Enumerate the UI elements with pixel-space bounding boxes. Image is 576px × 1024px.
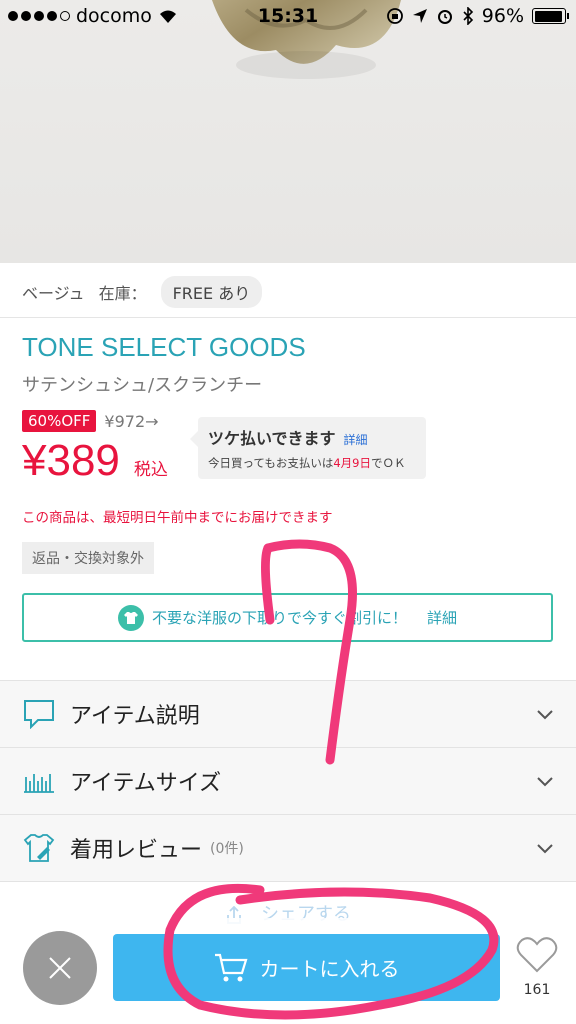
color-label: ベージュ <box>22 284 85 303</box>
cart-icon <box>214 953 247 981</box>
tshirt-icon <box>117 604 144 631</box>
brand-link[interactable]: TONE SELECT GOODS <box>22 332 306 363</box>
lock-rotation-icon <box>386 8 403 24</box>
heart-icon <box>516 937 558 973</box>
bluetooth-icon <box>463 7 473 25</box>
discount-badge: 60%OFF <box>22 410 97 432</box>
close-icon <box>49 957 71 979</box>
speech-bubble-icon <box>22 697 56 731</box>
product-image[interactable] <box>0 0 576 263</box>
sale-price: ¥389 <box>22 436 120 485</box>
close-button[interactable] <box>23 931 97 1005</box>
status-bar: docomo 15:31 96% <box>0 0 576 34</box>
battery-icon <box>532 8 569 24</box>
ruler-icon <box>22 764 56 798</box>
battery-percent: 96% <box>481 5 524 27</box>
tax-label: 税込 <box>133 460 168 480</box>
add-to-cart-label: カートに入れる <box>259 957 400 981</box>
deferred-payment-bubble[interactable]: ツケ払いできます 詳細 今日買ってもお支払いは4月9日でＯＫ <box>190 417 426 479</box>
delivery-notice: この商品は、最短明日午前中までにお届けできます <box>22 510 333 526</box>
return-tag: 返品・交換対象外 <box>22 542 154 574</box>
trade-in-detail-link[interactable]: 詳細 <box>427 607 457 628</box>
accordion-item-description[interactable]: アイテム説明 <box>0 681 576 748</box>
size-chip[interactable]: FREE あり <box>160 276 263 308</box>
favorite-button[interactable]: 161 <box>512 936 562 998</box>
alarm-icon <box>437 10 452 24</box>
deferred-payment-detail-link[interactable]: 詳細 <box>344 433 368 447</box>
chevron-down-icon <box>537 844 553 854</box>
price-block: 60%OFF ¥972→ ¥389 税込 <box>22 410 168 486</box>
review-count: (0件) <box>210 841 244 857</box>
divider <box>0 317 576 318</box>
favorite-count: 161 <box>523 982 551 998</box>
location-icon <box>412 9 427 23</box>
add-to-cart-button[interactable]: カートに入れる <box>113 934 500 1001</box>
stock-label: 在庫： <box>98 284 147 303</box>
detail-accordion: アイテム説明 アイテムサイズ 着用レビュー (0件) <box>0 680 576 882</box>
chevron-down-icon <box>537 777 553 787</box>
accordion-label: アイテムサイズ <box>70 771 222 796</box>
accordion-item-size[interactable]: アイテムサイズ <box>0 748 576 815</box>
accordion-label: アイテム説明 <box>70 704 200 729</box>
accordion-label: 着用レビュー <box>70 838 203 863</box>
deferred-payment-date: 4月9日 <box>333 456 371 470</box>
chevron-down-icon <box>537 710 553 720</box>
original-price: ¥972→ <box>104 411 159 431</box>
deferred-payment-suffix: でＯＫ <box>371 456 406 470</box>
trade-in-text: 不要な洋服の下取りで今すぐ割引に！ <box>151 609 407 627</box>
shirt-pencil-icon <box>22 831 56 865</box>
trade-in-banner[interactable]: 不要な洋服の下取りで今すぐ割引に！ 詳細 <box>22 593 553 642</box>
deferred-payment-text: 今日買ってもお支払いは <box>208 456 334 470</box>
accordion-item-review[interactable]: 着用レビュー (0件) <box>0 815 576 882</box>
product-name: サテンシュシュ/スクランチー <box>22 375 263 396</box>
deferred-payment-title: ツケ払いできます <box>208 429 336 448</box>
stock-row: ベージュ 在庫： FREE あり <box>22 276 263 308</box>
